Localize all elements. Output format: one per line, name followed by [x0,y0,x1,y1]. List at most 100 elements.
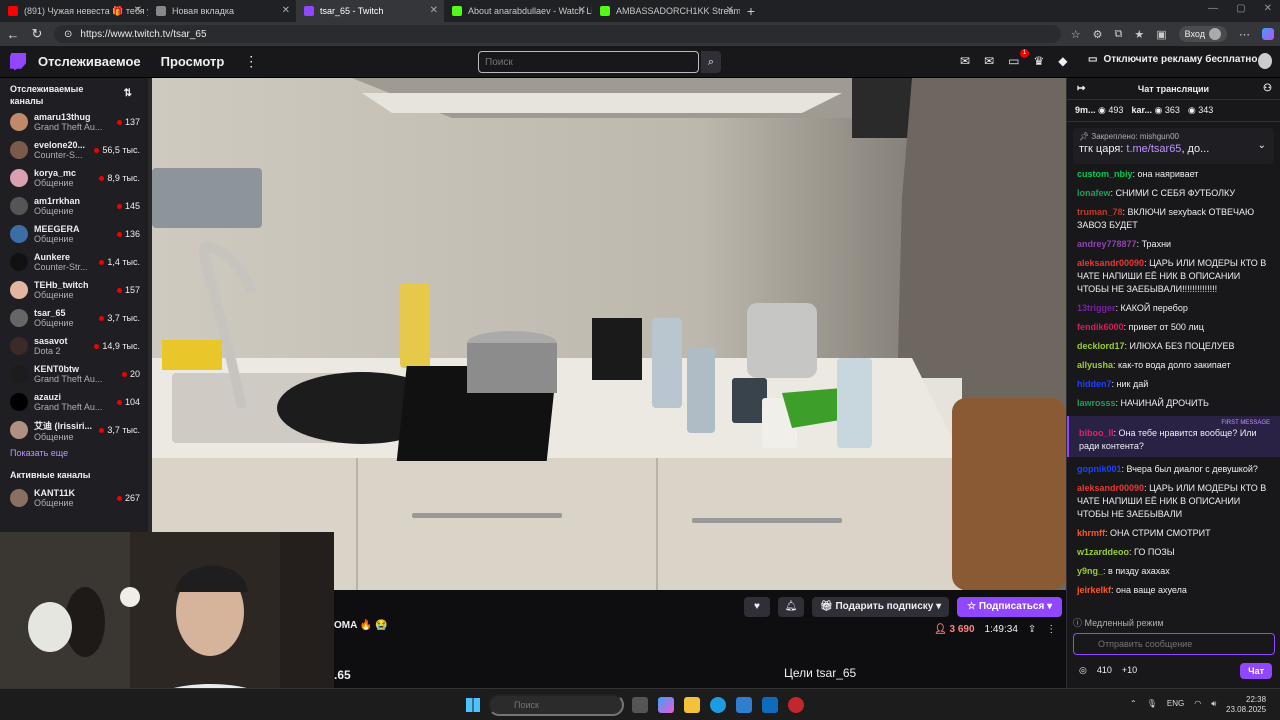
taskbar-search[interactable] [488,694,624,716]
favorites-icon[interactable]: ★ [1134,28,1144,41]
sidebar-channel[interactable]: MEEGERA Общение 136 [0,220,148,248]
sidebar-channel[interactable]: Aunkere Counter-Str... 1,4 тыс. [0,248,148,276]
chat-username[interactable]: lonafew [1077,188,1111,198]
chat-username[interactable]: biboo_ll [1079,428,1114,438]
sidebar-channel[interactable]: am1rrkhan Общение 145 [0,192,148,220]
search-icon[interactable]: ⌕ [701,51,721,73]
collections-icon[interactable]: ▣ [1156,28,1166,41]
tab-close-icon[interactable]: ✕ [578,5,586,16]
close-window-icon[interactable]: ✕ [1264,3,1272,14]
maximize-icon[interactable]: ▢ [1236,3,1245,14]
more-options-icon[interactable]: ⋮ [1046,624,1056,635]
chat-username[interactable]: allyusha [1077,360,1113,370]
chevron-down-icon[interactable]: ⌄ [1258,140,1266,151]
back-icon[interactable]: ← [6,27,20,42]
system-clock[interactable]: 22:38 23.08.2025 [1226,695,1266,715]
pinned-message[interactable]: 📌︎ Закреплено: mishgun00 тгк царя: t.me/… [1073,128,1274,164]
ad-free-button[interactable]: ▭ Отключите рекламу бесплатно [1088,54,1257,65]
chat-leaderboard[interactable]: 9m... ◉ 493 kar... ◉ 363 ◉ 343 [1067,100,1280,122]
outlook-icon[interactable] [762,697,778,713]
store-icon[interactable] [736,697,752,713]
search-input[interactable] [478,51,699,73]
tab-close-icon[interactable]: ✕ [726,5,734,16]
sidebar-channel[interactable]: korya_mc Общение 8,9 тыс. [0,164,148,192]
chat-username[interactable]: w1zarddeoo [1077,547,1129,557]
sidebar-channel[interactable]: evelone20... Counter-S... 56,5 тыс. [0,136,148,164]
prime-icon[interactable]: ♛ [1033,54,1044,68]
chat-username[interactable]: fendik6000 [1077,322,1124,332]
gift-sub-button[interactable]: 🎁︎ Подарить подписку ▾ [812,597,950,617]
browser-tab[interactable]: About anarabdullaev - Watch Live ✕ [444,0,592,22]
bookmark-star-icon[interactable]: ☆ [1071,28,1081,41]
chat-username[interactable]: 13trigger [1077,303,1116,313]
chat-input[interactable] [1073,633,1275,655]
chat-username[interactable]: andrey778877 [1077,239,1137,249]
copilot-icon[interactable] [1262,28,1274,40]
chat-username[interactable]: decklord17 [1077,341,1125,351]
show-more-link[interactable]: Показать еще [0,444,148,470]
twitch-logo-icon[interactable] [10,52,26,71]
sidebar-channel[interactable]: amaru13thug Grand Theft Au... 137 [0,108,148,136]
inbox-icon[interactable]: ✉ [960,54,970,68]
pinned-link[interactable]: t.me/tsar65 [1126,143,1181,155]
extensions-icon[interactable]: ⚙ [1093,28,1103,41]
reload-icon[interactable]: ↻ [30,26,44,42]
login-button[interactable]: Вход [1178,26,1227,42]
chat-username[interactable]: aleksandr00090 [1077,483,1144,493]
more-menu-icon[interactable]: ⋮ [244,53,258,70]
bits-icon[interactable]: ◆ [1058,54,1067,68]
sidebar-channel[interactable]: KENT0btw Grand Theft Au... 20 [0,360,148,388]
edge-icon[interactable] [710,697,726,713]
split-screen-icon[interactable]: ⧉ [1114,28,1122,41]
community-icon[interactable]: ⚇ [1263,83,1272,94]
sidebar-channel[interactable]: TEHb_twitch Общение 157 [0,276,148,304]
browser-tab[interactable]: (891) Чужая невеста 🎁 тебя уж ✕ [0,0,148,22]
chat-username[interactable]: gopnik001 [1077,464,1122,474]
volume-icon[interactable]: 🔊︎ [1211,699,1216,709]
nav-browse[interactable]: Просмотр [161,54,225,69]
sidebar-channel[interactable]: 艾迪 (lrissiri... Общение 3,7 тыс. [0,416,148,444]
chat-username[interactable]: y9ng_ [1077,566,1103,576]
chat-username[interactable]: truman_78 [1077,207,1123,217]
chat-username[interactable]: custom_nbiy [1077,169,1133,179]
task-view-icon[interactable] [632,697,648,713]
browser-tab[interactable]: Новая вкладка ✕ [148,0,296,22]
tab-close-icon[interactable]: ✕ [282,5,290,16]
chat-username[interactable]: aleksandr00090 [1077,258,1144,268]
sidebar-channel[interactable]: KANT11K Общение 267 [0,484,148,512]
subscribe-button[interactable]: ☆ Подписаться ▾ [957,597,1063,617]
chevron-up-icon[interactable]: ⌃ [1130,699,1137,709]
sort-icon[interactable]: ⇅ [124,88,132,100]
user-avatar[interactable] [1258,53,1272,69]
collapse-chat-icon[interactable]: ↦ [1077,83,1085,94]
windows-start-icon[interactable] [466,698,480,712]
nav-following[interactable]: Отслеживаемое [38,54,141,69]
copilot-app-icon[interactable] [658,697,674,713]
notifications-icon[interactable]: ▭ [1008,54,1019,68]
app-icon[interactable] [788,697,804,713]
browser-tab[interactable]: AMBASSADORCH1KK Stream - Kick✕ [592,0,740,22]
chat-username[interactable]: jeirkelkf [1077,585,1111,595]
video-player[interactable] [152,78,1066,590]
mic-icon[interactable]: 🎙︎ [1147,699,1157,709]
share-icon[interactable]: ⇪ [1028,624,1036,635]
browser-menu-icon[interactable]: ⋯ [1239,28,1250,41]
minimize-icon[interactable]: — [1208,3,1218,14]
channel-name[interactable]: .65 [334,668,351,682]
file-explorer-icon[interactable] [684,697,700,713]
sidebar-channel[interactable]: tsar_65 Общение 3,7 тыс. [0,304,148,332]
tab-close-icon[interactable]: ✕ [134,5,142,16]
chat-username[interactable]: hidden7 [1077,379,1112,389]
chat-username[interactable]: khrmff [1077,528,1105,538]
sidebar-channel[interactable]: sasavot Dota 2 14,9 тыс. [0,332,148,360]
tab-close-icon[interactable]: ✕ [430,5,438,16]
chat-send-button[interactable]: Чат [1240,663,1272,679]
notification-bell-icon[interactable]: 🔔︎ [778,597,804,617]
chat-username[interactable]: lawrosss [1077,398,1116,408]
url-field[interactable]: ⊙ https://www.twitch.tv/tsar_65 [54,25,1061,43]
browser-tab[interactable]: tsar_65 - Twitch ✕ [296,0,444,22]
language-indicator[interactable]: ENG [1167,699,1184,709]
follow-heart-icon[interactable]: ♥ [744,597,770,617]
channel-points[interactable]: ◎ 410 +10 [1079,665,1137,676]
wifi-icon[interactable]: ◠ [1194,699,1201,709]
